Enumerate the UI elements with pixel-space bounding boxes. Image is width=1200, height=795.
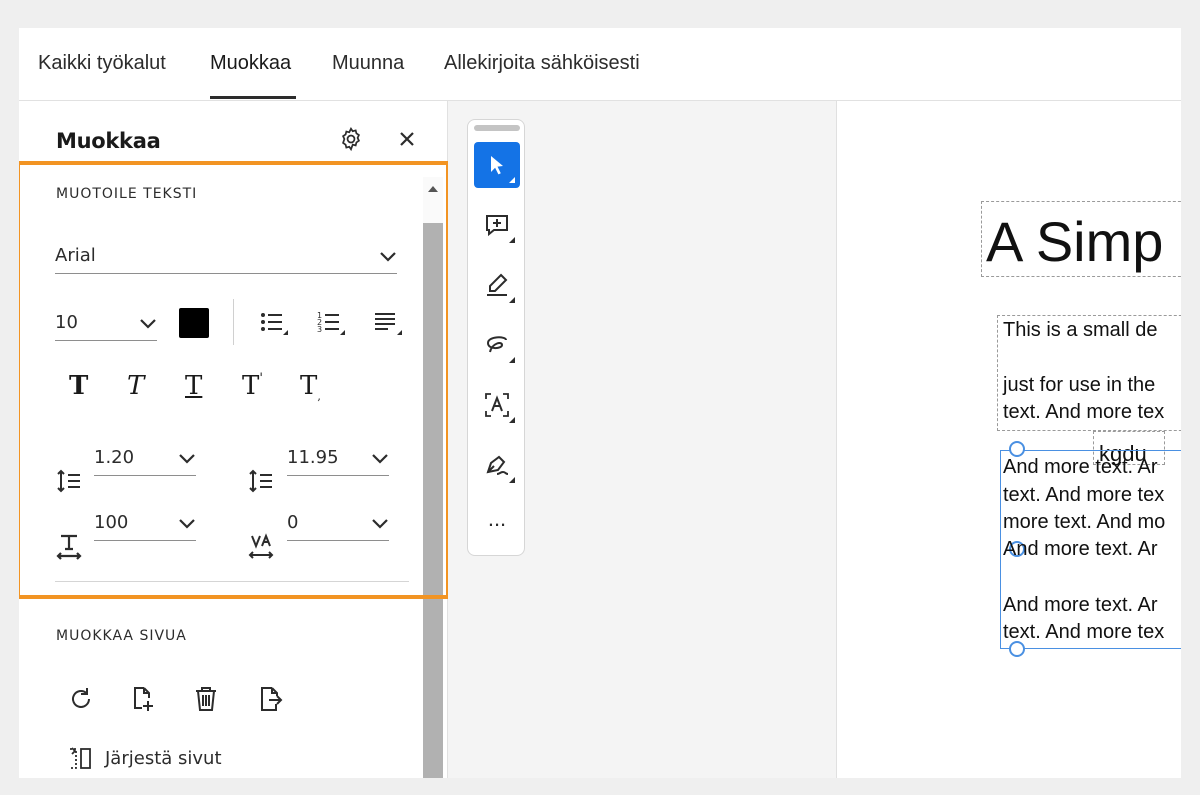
chevron-down-icon (139, 314, 157, 335)
doc-line: more text. And mo (1003, 511, 1166, 533)
insert-page-icon[interactable] (128, 684, 158, 714)
text-color-swatch[interactable] (179, 308, 209, 338)
chevron-down-icon (178, 449, 196, 470)
more-icon[interactable]: ... (474, 502, 520, 548)
tab-edit[interactable]: Muokkaa (210, 52, 291, 75)
format-text-label: MUOTOILE TEKSTI (56, 186, 198, 202)
chevron-down-icon (371, 514, 389, 535)
toolbar-drag-handle[interactable] (474, 125, 520, 131)
svg-text:3: 3 (317, 325, 322, 334)
paragraph-spacing-select[interactable]: 11.95 (287, 441, 389, 476)
document-title: A Simp (986, 210, 1164, 273)
delete-icon[interactable] (191, 684, 221, 714)
panel-title: Muokkaa (56, 129, 161, 153)
highlight-icon[interactable] (474, 262, 520, 308)
more-label: ... (487, 506, 507, 531)
toolbar-divider (233, 299, 234, 345)
chevron-down-icon (379, 247, 397, 268)
rotate-icon[interactable] (66, 684, 96, 714)
app-window: Kaikki työkalut Muokkaa Muunna Allekirjo… (19, 28, 1181, 778)
paragraph-spacing-value: 11.95 (287, 447, 339, 468)
top-tab-bar: Kaikki työkalut Muokkaa Muunna Allekirjo… (19, 28, 1181, 101)
subscript-icon[interactable]: T, (300, 371, 321, 403)
superscript-icon[interactable]: T' (242, 371, 263, 401)
numbered-list-icon[interactable]: 1 2 3 (314, 308, 348, 338)
doc-line: text. And more tex (1003, 401, 1165, 423)
add-comment-icon[interactable] (474, 202, 520, 248)
tab-convert[interactable]: Muunna (332, 52, 404, 75)
edit-panel: Muokkaa MUOTOILE TEKSTI Arial 10 1 2 3 T… (19, 101, 450, 778)
draw-icon[interactable] (474, 322, 520, 368)
font-select[interactable]: Arial (55, 239, 397, 274)
tab-e-sign[interactable]: Allekirjoita sähköisesti (444, 52, 640, 75)
font-value: Arial (55, 245, 96, 266)
align-icon[interactable] (371, 308, 405, 338)
doc-line: And more text. Ar (1003, 538, 1158, 560)
horizontal-scale-icon[interactable] (55, 533, 83, 561)
resize-handle-top-left[interactable] (1009, 441, 1025, 457)
doc-line: This is a small de (1003, 319, 1158, 341)
char-spacing-select[interactable]: 0 (287, 506, 389, 541)
line-spacing-select[interactable]: 1.20 (94, 441, 196, 476)
char-spacing-value: 0 (287, 512, 299, 533)
chevron-down-icon (371, 449, 389, 470)
line-spacing-value: 1.20 (94, 447, 135, 468)
underline-icon[interactable]: T (185, 371, 202, 401)
italic-icon[interactable]: T (127, 371, 144, 401)
font-size-value: 10 (55, 312, 78, 333)
char-spacing-icon[interactable] (247, 533, 275, 561)
paragraph-spacing-icon[interactable] (247, 467, 275, 495)
horizontal-scale-select[interactable]: 100 (94, 506, 196, 541)
sign-icon[interactable] (474, 442, 520, 488)
extract-icon[interactable] (255, 684, 285, 714)
edit-page-label: MUOKKAA SIVUA (56, 628, 187, 644)
scrollbar-thumb[interactable] (423, 223, 443, 778)
quick-tools-toolbar: ... (467, 119, 525, 556)
doc-line: And more text. Ar (1003, 456, 1158, 478)
doc-line: text. And more tex (1003, 484, 1165, 506)
close-icon[interactable] (395, 127, 419, 151)
tab-all-tools[interactable]: Kaikki työkalut (38, 52, 166, 75)
section-divider (55, 581, 409, 582)
doc-line: And more text. Ar (1003, 594, 1158, 616)
organize-pages-link[interactable]: Järjestä sivut (105, 748, 222, 769)
select-icon[interactable] (474, 142, 520, 188)
scroll-up-icon[interactable] (423, 179, 443, 199)
organize-pages-icon[interactable] (66, 744, 94, 772)
horizontal-scale-value: 100 (94, 512, 129, 533)
doc-line: just for use in the (1003, 374, 1156, 396)
active-tab-indicator (210, 96, 296, 99)
line-spacing-icon[interactable] (55, 467, 83, 495)
font-size-select[interactable]: 10 (55, 306, 157, 341)
bold-icon[interactable]: T (69, 371, 88, 401)
doc-line: text. And more tex (1003, 621, 1165, 643)
document-page: A Simp This is a small de just for use i… (836, 101, 1181, 778)
text-recognition-icon[interactable] (474, 382, 520, 428)
bullet-list-icon[interactable] (257, 308, 291, 338)
chevron-down-icon (178, 514, 196, 535)
settings-icon[interactable] (337, 125, 365, 153)
